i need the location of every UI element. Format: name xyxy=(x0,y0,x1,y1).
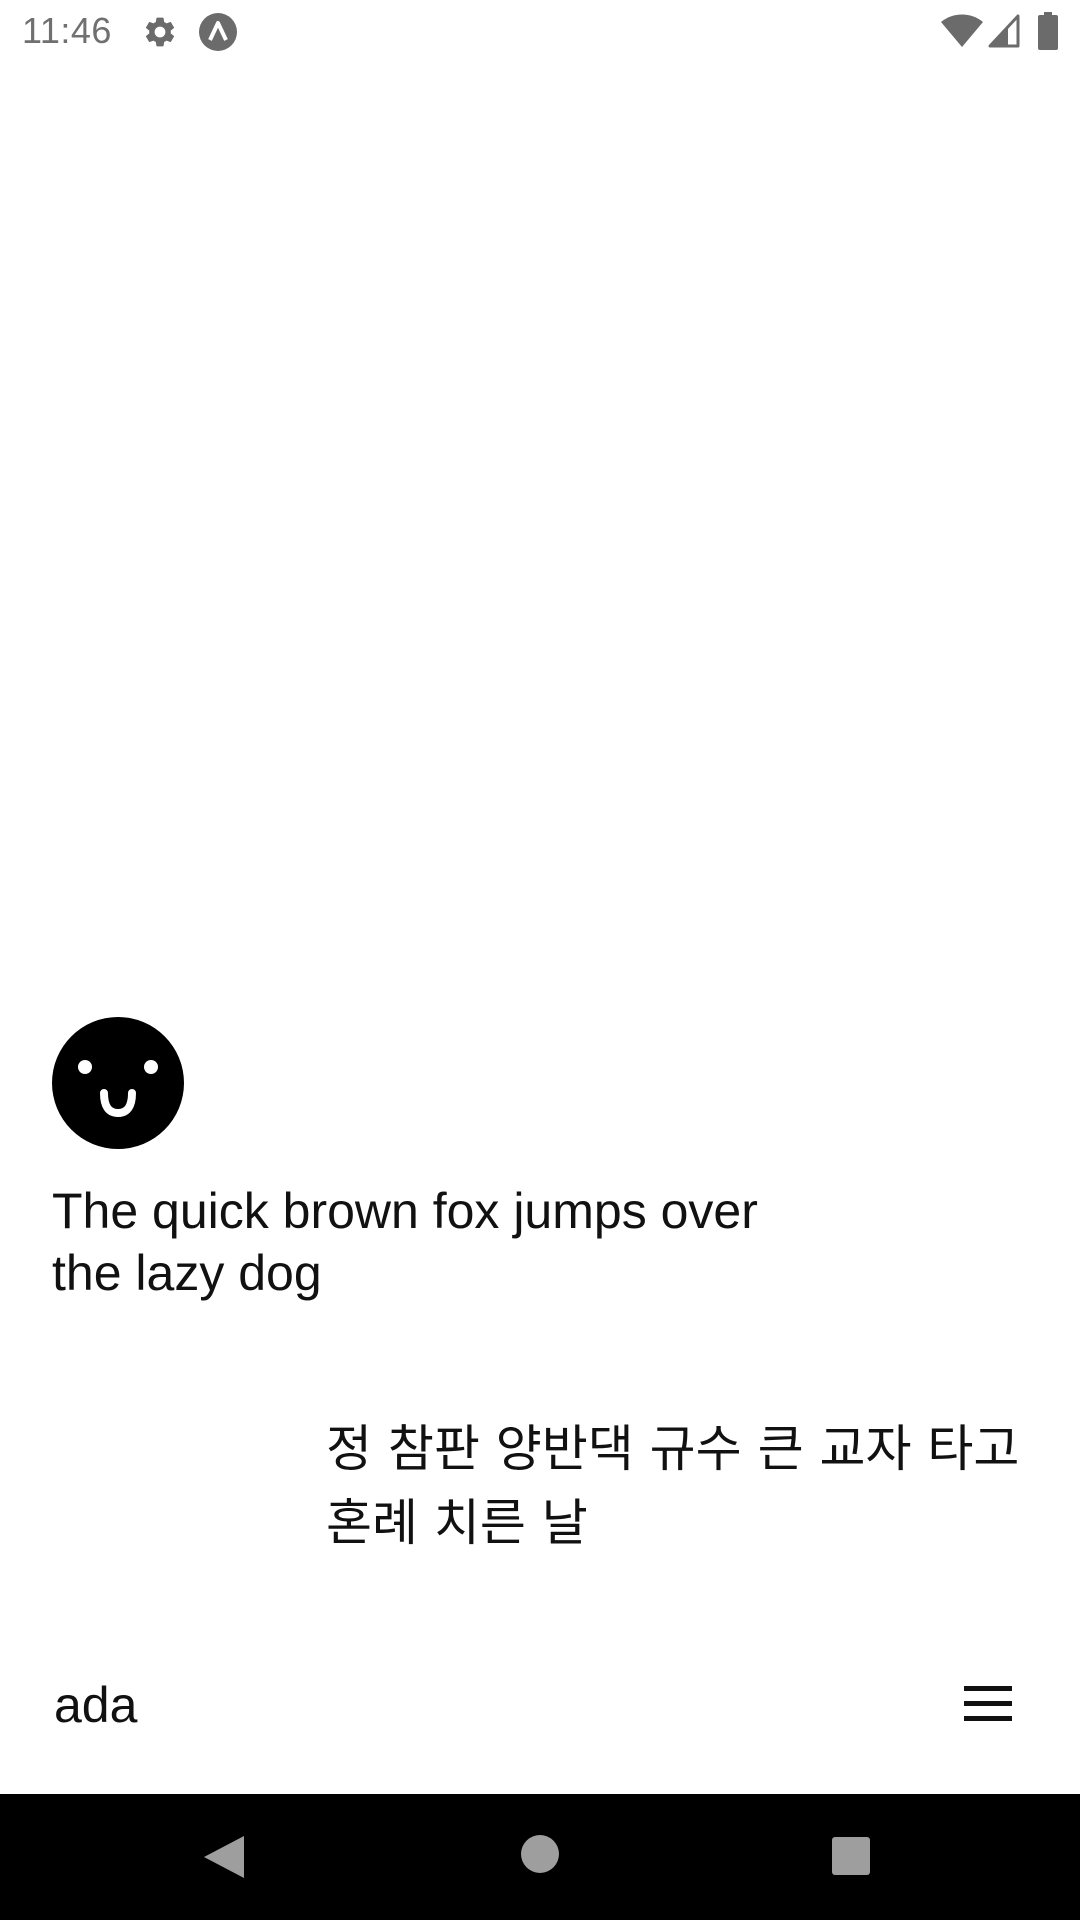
battery-icon xyxy=(1038,12,1058,50)
smiley-face-icon xyxy=(52,1017,184,1149)
wifi-icon xyxy=(941,14,983,47)
recents-icon[interactable] xyxy=(831,1836,871,1876)
home-icon[interactable] xyxy=(520,1834,560,1874)
english-sample-text: The quick brown fox jumps over the lazy … xyxy=(52,1183,758,1301)
gear-icon xyxy=(145,17,175,47)
status-bar: 11:46 xyxy=(0,0,1080,64)
korean-sample-text: 정 참판 양반댁 규수 큰 교자 타고 혼례 치른 날 xyxy=(326,1420,1020,1552)
hamburger-menu-icon xyxy=(964,1686,1012,1721)
status-time: 11:46 xyxy=(22,10,112,51)
navigation-bar xyxy=(0,1794,1080,1920)
cell-signal-icon xyxy=(988,14,1020,48)
back-icon[interactable] xyxy=(202,1834,248,1880)
menu-button[interactable] xyxy=(958,1678,1018,1730)
app-name: ada xyxy=(54,1677,138,1733)
alpha-app-icon xyxy=(199,13,237,51)
